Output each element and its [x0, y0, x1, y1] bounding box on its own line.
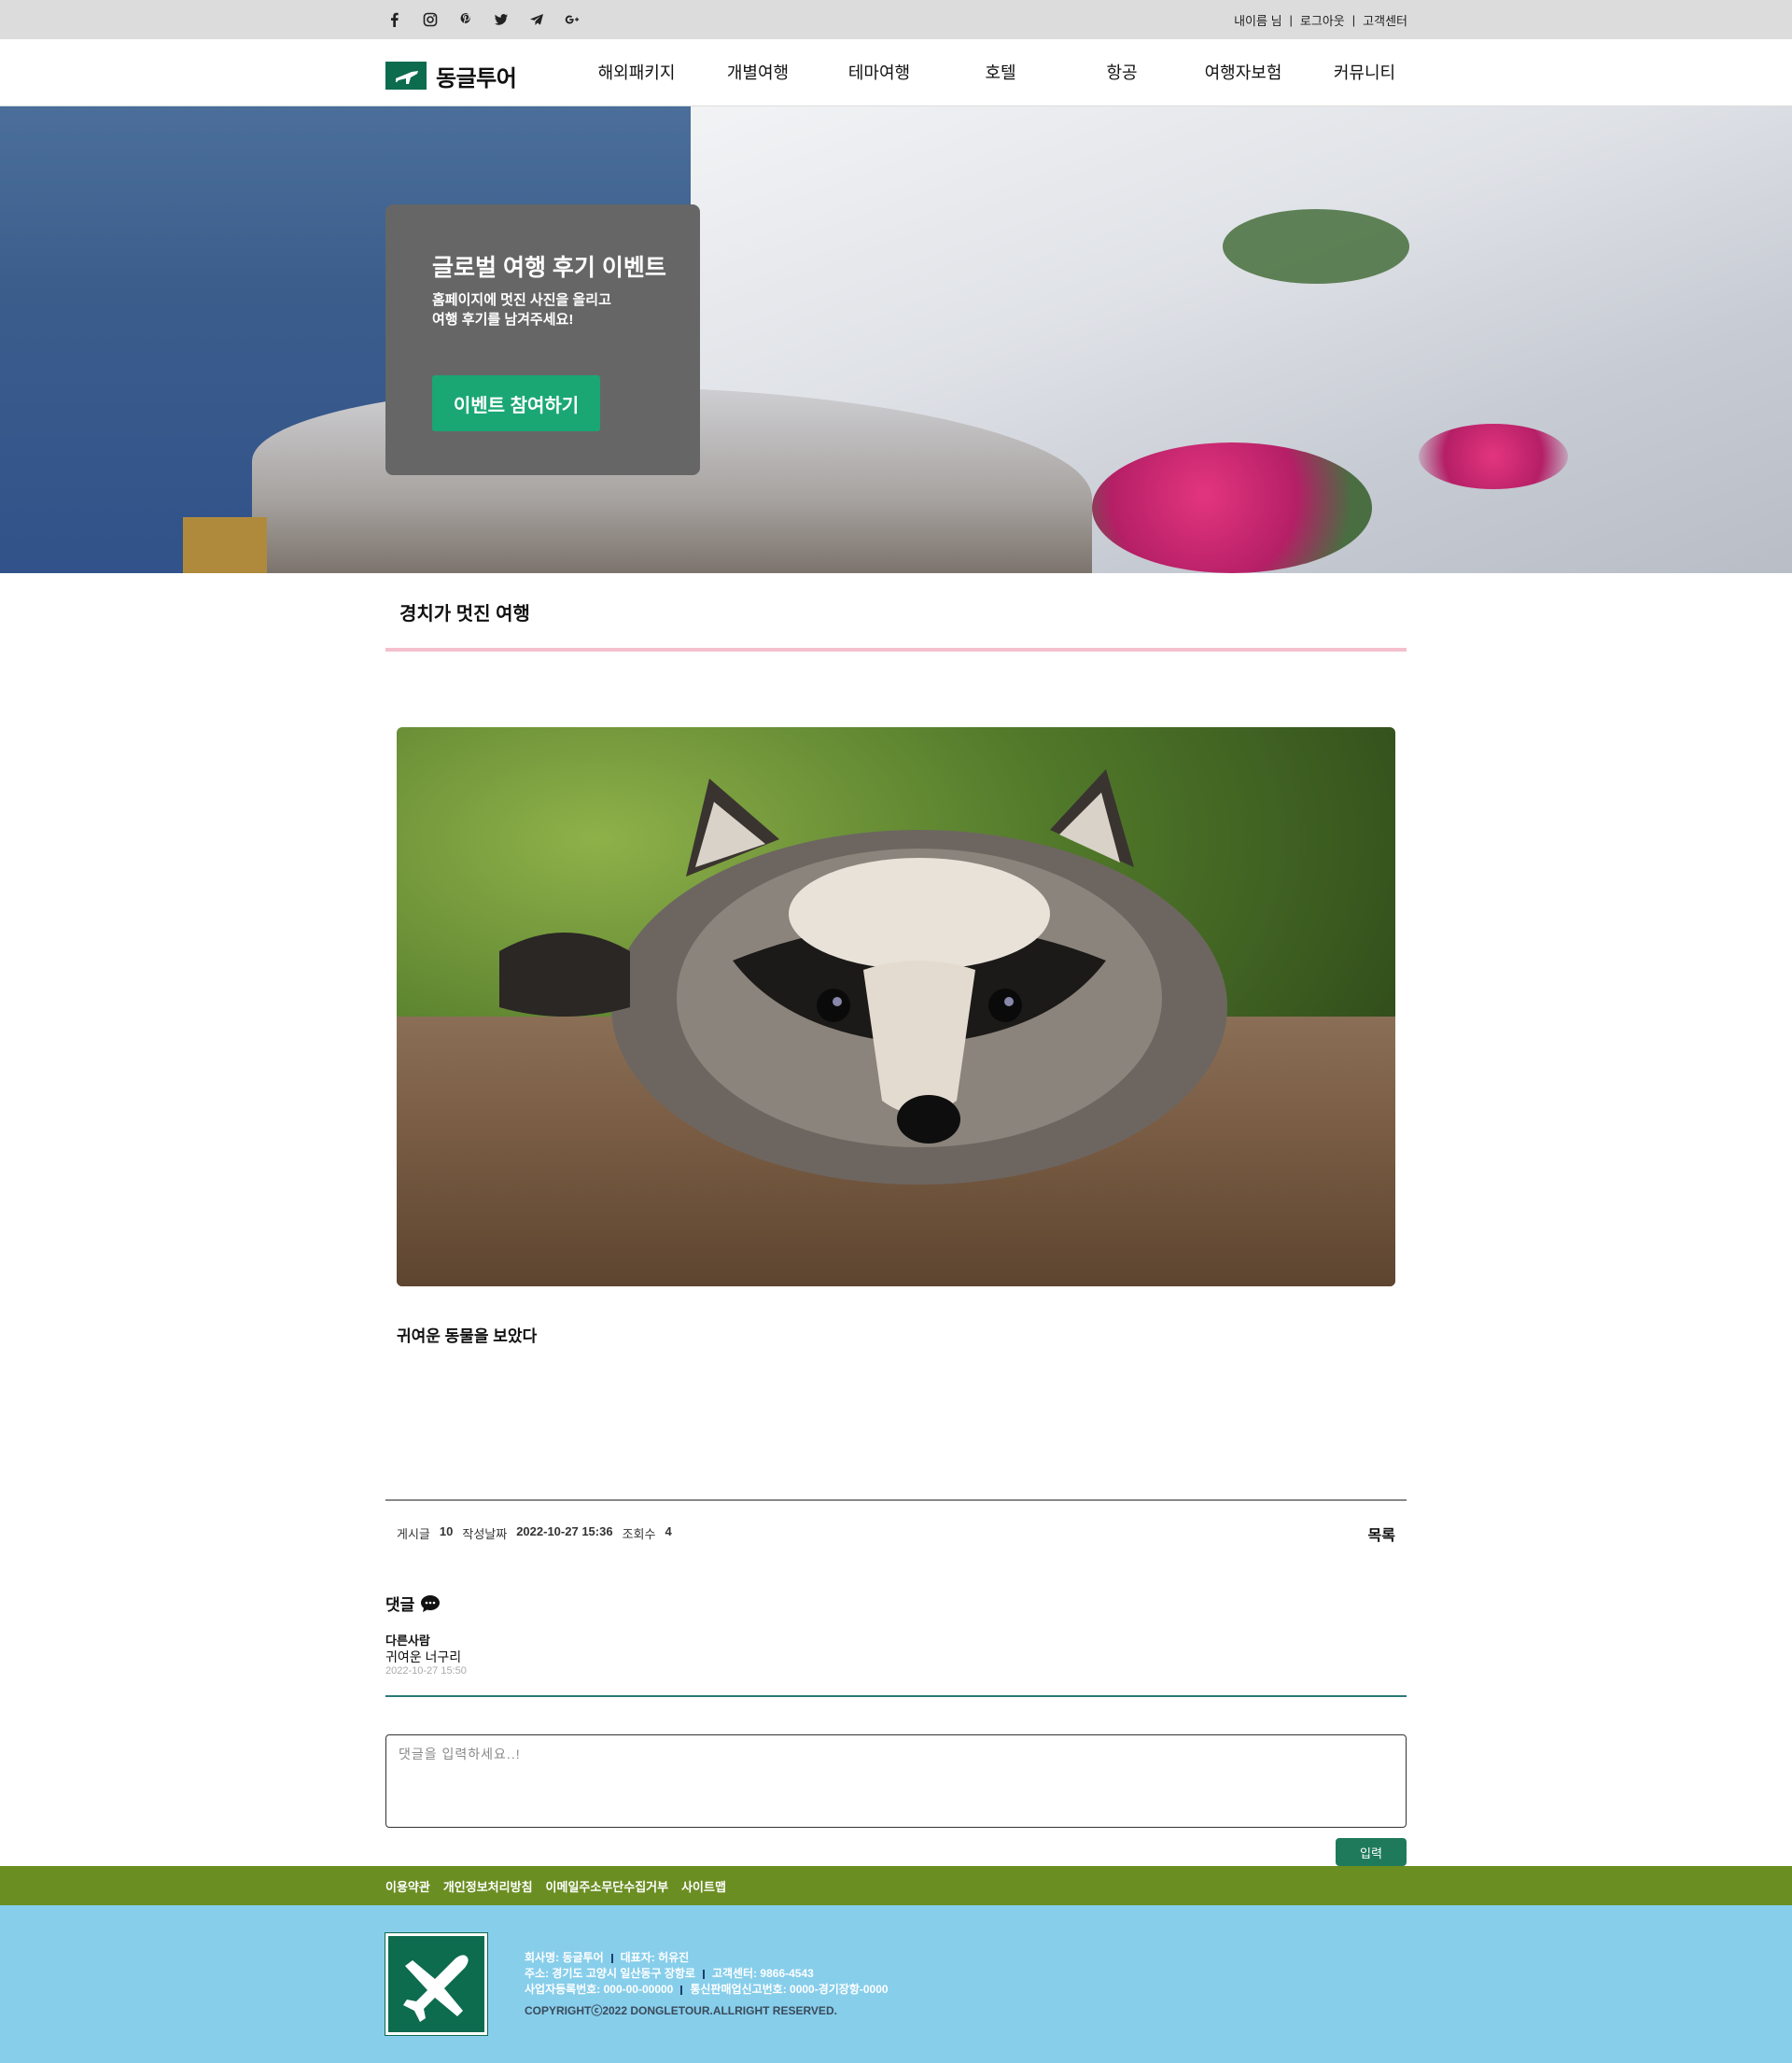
divider: [610, 1953, 613, 1963]
post-date: 2022-10-27 15:36: [516, 1524, 613, 1538]
divider: |: [1351, 12, 1356, 27]
post-body-text: 귀여운 동물을 보았다: [397, 1327, 538, 1345]
google-plus-icon[interactable]: [554, 0, 590, 39]
support-phone: 고객센터: 9866-4543: [711, 1967, 814, 1980]
back-to-list-link[interactable]: 목록: [1368, 1523, 1395, 1545]
social-links: [377, 0, 590, 39]
event-subtitle-line: 홈페이지에 멋진 사진을 올리고: [432, 292, 611, 308]
pinterest-icon[interactable]: [448, 0, 483, 39]
logout-link[interactable]: 로그아웃: [1300, 11, 1345, 29]
user-name-label: 내이름 님: [1234, 13, 1282, 28]
views-count: 4: [665, 1524, 672, 1538]
comment-input[interactable]: [385, 1734, 1407, 1828]
instagram-icon[interactable]: [413, 0, 448, 39]
event-subtitle: 홈페이지에 멋진 사진을 올리고 여행 후기를 남겨주세요!: [432, 290, 675, 330]
comments-heading: 댓글: [385, 1592, 441, 1615]
info-row: 회사명: 동글투어 대표자: 허유진: [525, 1950, 889, 1966]
footer-airplane-logo-icon: [385, 1932, 488, 2036]
company-info: 회사명: 동글투어 대표자: 허유진 주소: 경기도 고양시 일산동구 장항로 …: [525, 1950, 889, 2019]
footer: 회사명: 동글투어 대표자: 허유진 주소: 경기도 고양시 일산동구 장항로 …: [0, 1905, 1792, 2063]
hero-background-greenery: [1223, 209, 1409, 284]
hero-background-flowers: [1092, 442, 1372, 573]
divider: [680, 1985, 683, 1995]
email-refusal-link[interactable]: 이메일주소무단수집거부: [546, 1877, 669, 1895]
comment-text: 귀여운 너구리: [385, 1649, 462, 1664]
nav-individual-travel[interactable]: 개별여행: [697, 39, 819, 106]
comment-author: 다른사람: [385, 1634, 430, 1648]
raccoon-illustration: [499, 769, 1227, 1185]
top-utility-bar: 내이름 님 | 로그아웃 | 고객센터: [0, 0, 1792, 39]
post-image-raccoon: [397, 727, 1395, 1286]
views-label: 조회수: [622, 1527, 656, 1541]
post-title: 경치가 멋진 여행: [399, 604, 530, 625]
title-underline: [385, 648, 1407, 652]
sitemap-link[interactable]: 사이트맵: [681, 1877, 726, 1895]
post-divider: [385, 1499, 1407, 1501]
nav-community[interactable]: 커뮤니티: [1304, 39, 1425, 106]
copyright: COPYRIGHTⓒ2022 DONGLETOUR.ALLRIGHT RESER…: [525, 2004, 837, 2017]
date-label: 작성날짜: [462, 1527, 508, 1541]
ceo-name: 대표자: 허유진: [620, 1951, 690, 1964]
airplane-logo-icon: [385, 62, 427, 90]
post-number: 10: [439, 1524, 454, 1538]
logo-text: 동글투어: [436, 65, 517, 91]
main-nav: 해외패키지 개별여행 테마여행 호텔 항공 여행자보험 커뮤니티: [576, 39, 1425, 106]
nav-theme-travel[interactable]: 테마여행: [819, 39, 940, 106]
submit-comment-button[interactable]: 입력: [1336, 1838, 1407, 1866]
user-utility-links: 내이름 님 | 로그아웃 | 고객센터: [1234, 0, 1407, 39]
site-logo[interactable]: 동글투어: [385, 62, 517, 91]
join-event-button[interactable]: 이벤트 참여하기: [432, 375, 600, 431]
business-number: 사업자등록번호: 000-00-00000: [525, 1983, 674, 1996]
facebook-icon[interactable]: [377, 0, 413, 39]
twitter-icon[interactable]: [483, 0, 519, 39]
terms-link[interactable]: 이용약관: [385, 1877, 430, 1895]
privacy-policy-link[interactable]: 개인정보처리방침: [443, 1877, 533, 1895]
hero-banner: 글로벌 여행 후기 이벤트 홈페이지에 멋진 사진을 올리고 여행 후기를 남겨…: [0, 106, 1792, 573]
comment-date: 2022-10-27 15:50: [385, 1665, 467, 1677]
post-meta: 게시글 10 작성날짜 2022-10-27 15:36 조회수 4: [397, 1524, 672, 1542]
event-subtitle-line: 여행 후기를 남겨주세요!: [432, 312, 574, 328]
telegram-icon[interactable]: [519, 0, 554, 39]
event-promo-box: 글로벌 여행 후기 이벤트 홈페이지에 멋진 사진을 올리고 여행 후기를 남겨…: [385, 204, 700, 475]
hero-background-flowers: [1419, 424, 1568, 489]
footer-links: 이용약관 개인정보처리방침 이메일주소무단수집거부 사이트맵: [385, 1866, 726, 1905]
info-row: 사업자등록번호: 000-00-00000 통신판매업신고번호: 0000-경기…: [525, 1982, 889, 1998]
nav-flight[interactable]: 항공: [1061, 39, 1183, 106]
company-name: 회사명: 동글투어: [525, 1951, 604, 1964]
mail-order-number: 통신판매업신고번호: 0000-경기장항-0000: [690, 1983, 889, 1996]
comments-divider: [385, 1695, 1407, 1697]
nav-overseas-package[interactable]: 해외패키지: [576, 39, 697, 106]
info-row: 주소: 경기도 고양시 일산동구 장항로 고객센터: 9866-4543: [525, 1966, 889, 1982]
nav-travel-insurance[interactable]: 여행자보험: [1183, 39, 1304, 106]
footer-links-bar: 이용약관 개인정보처리방침 이메일주소무단수집거부 사이트맵: [0, 1866, 1792, 1905]
post-number-label: 게시글: [397, 1527, 430, 1541]
hero-background-rock: [183, 517, 267, 573]
nav-hotel[interactable]: 호텔: [940, 39, 1061, 106]
company-address: 주소: 경기도 고양시 일산동구 장항로: [525, 1967, 695, 1980]
divider: [702, 1969, 705, 1979]
event-title: 글로벌 여행 후기 이벤트: [432, 255, 666, 281]
divider: |: [1289, 12, 1293, 27]
speech-bubble-icon: [421, 1594, 441, 1612]
main-header: 동글투어 해외패키지 개별여행 테마여행 호텔 항공 여행자보험 커뮤니티: [0, 39, 1792, 106]
customer-center-link[interactable]: 고객센터: [1363, 11, 1407, 29]
comments-heading-label: 댓글: [385, 1596, 415, 1614]
